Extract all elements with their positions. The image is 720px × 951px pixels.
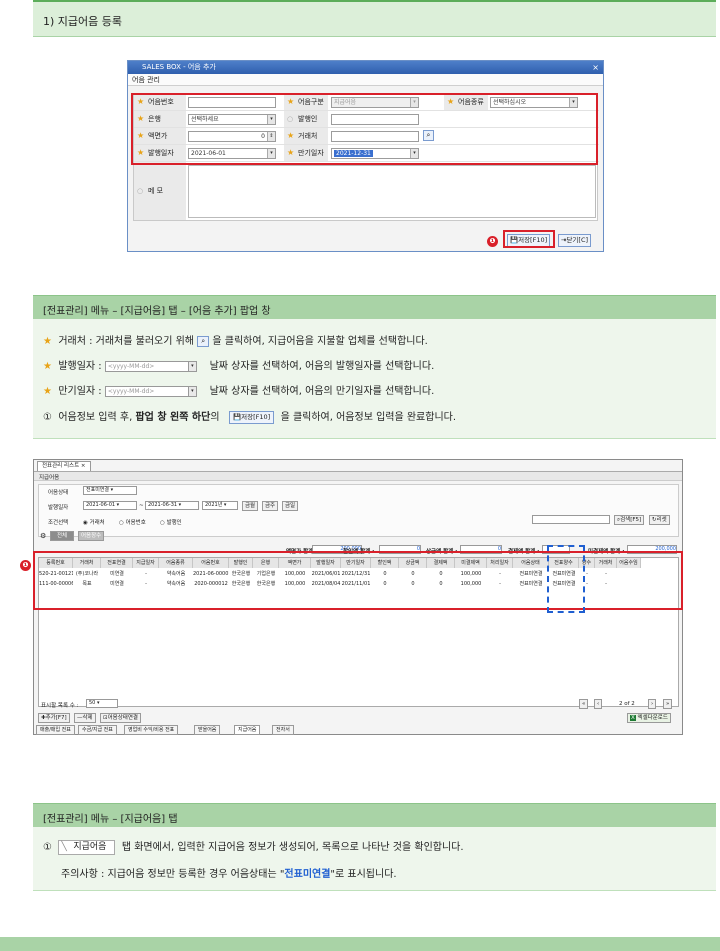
bottom-tab[interactable]: 수금/지급 전표	[78, 725, 117, 735]
circle-icon: ○	[137, 187, 144, 195]
excel-icon: X	[630, 715, 636, 721]
chip-all[interactable]: 전체	[50, 531, 74, 541]
chevron-down-icon: ▾	[187, 361, 196, 371]
search-input[interactable]	[532, 515, 610, 524]
close-button[interactable]: ⇥닫기[C]	[558, 234, 592, 247]
next-page-button[interactable]: ›	[648, 699, 657, 709]
instruction-partner: ★ 거래처 : 거래처를 불러오기 위해 ⌕ 을 클릭하여, 지급어음을 지불할…	[43, 335, 428, 347]
step-badge: ❶	[487, 236, 498, 247]
bottom-tab[interactable]: 지급어음	[234, 725, 261, 735]
year-select[interactable]: 2021년 ▾	[202, 501, 238, 510]
chip-count[interactable]: 어음장수	[78, 531, 105, 541]
radio-note-no[interactable]: ○ 어음번호	[119, 518, 146, 526]
highlight-box	[503, 230, 555, 248]
last-page-button[interactable]: »	[663, 699, 673, 709]
tab-sample: ╲ 지급어음	[58, 839, 116, 855]
delete-button[interactable]: —삭제	[74, 713, 96, 723]
instruction-issue-date: ★ 발행일자 : <yyyy-MM-dd> ▾ 날짜 상자를 선택하여, 어음의 …	[43, 360, 435, 372]
bottom-tab[interactable]: 영업비 수익/비용 전표	[124, 725, 179, 735]
save-button-sample: 💾저장[F10]	[229, 410, 275, 424]
star-icon: ★	[43, 336, 52, 347]
date-to[interactable]: 2021-06-31 ▾	[145, 501, 199, 510]
this-month-button[interactable]: 금월	[242, 501, 259, 511]
date-picker-sample: <yyyy-MM-dd> ▾	[104, 360, 197, 372]
link-status-button[interactable]: ⊡어음상태연결	[100, 713, 141, 723]
highlight-box	[131, 93, 598, 165]
section1-body: ★ 거래처 : 거래처를 불러오기 위해 ⌕ 을 클릭하여, 지급어음을 지불할…	[33, 319, 716, 439]
status-column-highlight	[547, 545, 585, 613]
footer-bar	[0, 937, 720, 951]
close-icon[interactable]: ×	[592, 61, 599, 74]
step-badge: ❶	[20, 560, 31, 571]
date-from[interactable]: 2021-06-01 ▾	[83, 501, 137, 510]
date-label: 발행일자	[48, 505, 69, 511]
top-heading: 1) 지급어음 등록	[43, 15, 123, 28]
star-icon: ★	[43, 386, 52, 397]
sub-tab[interactable]: 지급어음	[39, 473, 59, 481]
note-warning: 주의사항 : 지급어음 정보만 등록한 경우 어음상태는 "전표미연결"로 표시…	[61, 869, 397, 880]
bottom-tab[interactable]: 전자서	[272, 725, 294, 735]
section1-bar: [전표관리] 메뉴 – [지급어음] 탭 – [어음 추가] 팝업 창	[33, 295, 716, 319]
search-icon: ⌕	[197, 335, 210, 347]
section2-bar: [전표관리] 메뉴 – [지급어음] 탭	[33, 803, 716, 827]
instruction-due-date: ★ 만기일자 : <yyyy-MM-dd> ▾ 날짜 상자를 선택하여, 어음의 …	[43, 385, 435, 397]
dialog-section-title: 어음 관리	[128, 74, 603, 86]
today-button[interactable]: 금일	[282, 501, 299, 511]
condition-label: 조건선택	[48, 520, 69, 526]
status-label: 어음상태	[48, 490, 69, 496]
date-picker-sample: <yyyy-MM-dd> ▾	[104, 385, 197, 397]
search-button[interactable]: ⌕검색[F5]	[614, 515, 645, 525]
instruction-save: ① 어음정보 입력 후, 팝업 창 왼쪽 하단의 💾저장[F10] 을 클릭하여…	[43, 410, 457, 424]
top-heading-bar: 1) 지급어음 등록	[33, 0, 716, 37]
radio-partner[interactable]: ◉ 거래처	[83, 518, 105, 526]
save-icon: 💾	[233, 412, 242, 421]
page-info: 2 of 2	[619, 701, 635, 707]
prev-page-button[interactable]: ‹	[594, 699, 603, 709]
dialog-title: SALES BOX - 어음 추가	[142, 63, 216, 71]
reset-button[interactable]: ↻리셋	[649, 515, 670, 525]
status-select[interactable]: 전표미연결 ▾	[83, 486, 137, 495]
this-week-button[interactable]: 금주	[262, 501, 279, 511]
instruction-tab: ① ╲ 지급어음 탭 화면에서, 입력한 지급어음 정보가 생성되어, 목록으로 …	[43, 839, 464, 855]
highlight-box	[33, 551, 683, 610]
memo-label: ○ 메 모	[134, 162, 186, 220]
bottom-tab[interactable]: 매출/매입 전표	[36, 725, 75, 735]
excel-download-button[interactable]: X 엑셀다운로드	[627, 713, 671, 723]
chevron-down-icon: ▾	[187, 386, 196, 396]
window-tab[interactable]: 전표관리 리스트 ×	[37, 461, 91, 471]
first-page-button[interactable]: «	[579, 699, 589, 709]
bottom-tab[interactable]: 받을어음	[194, 725, 221, 735]
settings-icon[interactable]: ⚙	[40, 532, 46, 540]
page-size-select[interactable]: 50 ▾	[86, 699, 118, 708]
radio-issuer[interactable]: ○ 발행인	[160, 518, 182, 526]
dialog-titlebar: SALES BOX - 어음 추가 ×	[128, 61, 603, 74]
star-icon: ★	[43, 361, 52, 372]
section2-body: ① ╲ 지급어음 탭 화면에서, 입력한 지급어음 정보가 생성되어, 목록으로 …	[33, 827, 716, 891]
add-button[interactable]: ✚추가[F7]	[38, 713, 70, 723]
memo-textarea[interactable]	[188, 165, 596, 218]
